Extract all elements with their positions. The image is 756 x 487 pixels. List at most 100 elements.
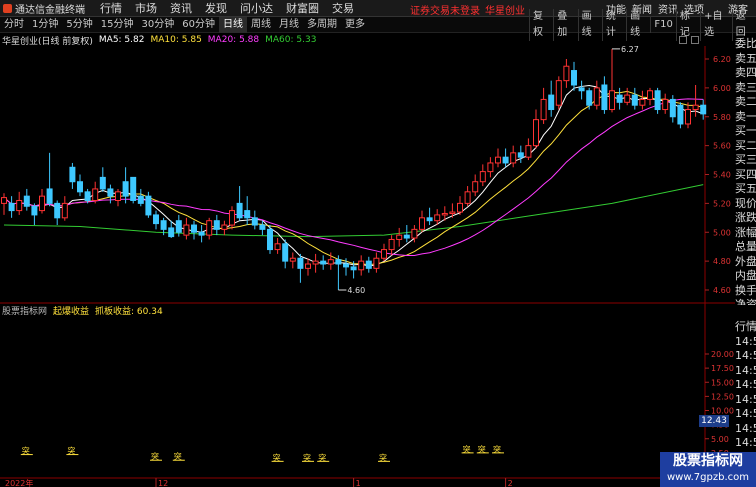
candle-body	[168, 227, 175, 238]
indicator-name[interactable]: 起爆收益	[53, 304, 89, 317]
date-label: 2022年	[5, 478, 33, 487]
window-restore-icon[interactable]	[679, 36, 687, 44]
side-label: 卖五	[735, 51, 756, 65]
candle-body	[487, 162, 494, 173]
candle-body	[343, 263, 349, 268]
high-label: 6.27	[621, 45, 639, 54]
date-label: 12	[158, 479, 168, 487]
side-label: 14:5	[735, 349, 756, 362]
signal-label: 突	[22, 446, 30, 456]
sub-indicator-line: 股票指标网 起爆收益 抓板收益: 60.34	[0, 304, 163, 317]
price-axis-label: 6.00	[713, 84, 731, 93]
candle-body	[525, 145, 532, 158]
side-label: 行情	[735, 320, 756, 333]
candle-body	[677, 104, 684, 125]
signal-label: 突	[463, 444, 471, 454]
candle-body	[153, 214, 159, 225]
candle-body	[16, 199, 23, 212]
watermark: 股票指标网 www.7gpzb.com	[660, 452, 756, 487]
candle-body	[221, 224, 228, 230]
candle-body	[46, 188, 53, 204]
signal-label: 突	[303, 452, 311, 462]
candle-body	[115, 191, 121, 201]
candle-body	[388, 238, 395, 251]
candle-body	[327, 259, 334, 265]
candle-body	[631, 94, 638, 106]
stock-title[interactable]: 华星创业(日线 前复权)	[2, 34, 93, 47]
candle-body	[297, 257, 304, 269]
watermark-title: 股票指标网	[673, 453, 743, 469]
side-label: 买一	[735, 124, 756, 137]
candle-body	[23, 195, 30, 207]
candle-body	[639, 98, 646, 106]
candle-body	[206, 220, 213, 236]
candle-body	[548, 94, 555, 111]
candle-body	[77, 181, 83, 193]
candle-body	[130, 176, 137, 201]
candle-body	[259, 224, 266, 230]
date-label: 2	[508, 479, 513, 487]
candle-body	[183, 224, 190, 236]
candle-body	[403, 234, 410, 239]
candle-body	[533, 119, 539, 147]
side-label: 净资	[735, 298, 756, 305]
low-label: 4.60	[347, 286, 365, 295]
side-label: 卖四	[735, 66, 756, 79]
side-label: 14:5	[735, 407, 756, 420]
side-label: 买四	[735, 167, 756, 181]
sub-axis-label: 17.50	[711, 364, 734, 373]
signal-label: 突	[379, 452, 387, 462]
ma60-value: MA60: 5.33	[265, 35, 317, 45]
candle-body	[61, 202, 68, 219]
candle-body	[335, 259, 342, 265]
side-label: 14:5	[735, 421, 756, 435]
candle-body	[449, 211, 456, 214]
side-time-panel: 行情 14:5 14:5 14:5 14:5 14:5 14:5 14:5 14…	[735, 320, 756, 455]
candle-body	[251, 217, 258, 226]
candle-body	[229, 210, 235, 226]
candle-body	[31, 205, 38, 216]
candle-body	[282, 243, 289, 262]
candle-body	[69, 166, 76, 183]
price-chart[interactable]: 6.274.60 突突突突突突突突突突突 6.206.005.805.605.4…	[0, 0, 735, 487]
candle-body	[244, 210, 251, 219]
candle-body	[160, 220, 167, 230]
candle-body	[84, 191, 91, 201]
signal-label: 突	[67, 446, 75, 456]
candle-body	[145, 195, 152, 216]
candle-body	[411, 228, 418, 239]
price-axis-label: 5.80	[713, 113, 731, 122]
candle-body	[305, 263, 311, 269]
price-axis-label: 5.40	[713, 171, 731, 180]
price-axis-label: 6.20	[713, 55, 731, 64]
candle-body	[540, 98, 547, 121]
indicator-source[interactable]: 股票指标网	[2, 304, 47, 317]
candle-body	[441, 212, 448, 216]
candle-body	[54, 202, 61, 219]
signal-label: 突	[174, 451, 182, 461]
side-label: 卖三	[735, 80, 756, 94]
candle-body	[373, 257, 380, 269]
candle-body	[274, 243, 281, 251]
sub-axis-label: 12.50	[711, 392, 734, 401]
candle-body	[685, 109, 691, 125]
candle-body	[267, 228, 273, 251]
ma5-value: MA5: 5.82	[98, 35, 145, 45]
side-quote-panel: 委比 卖五 卖四 卖三 卖二 卖一 买一 买二 买三 买四 买五 现价 涨跌 涨…	[735, 37, 756, 305]
candle-body	[563, 65, 570, 82]
window-max-icon[interactable]	[691, 36, 699, 44]
candle-body	[700, 104, 707, 115]
side-label: 14:5	[735, 334, 756, 348]
signal-label: 突	[478, 444, 486, 454]
side-label: 买二	[735, 138, 756, 152]
candle-body	[495, 156, 501, 164]
candle-body	[426, 217, 433, 222]
candle-body	[312, 260, 319, 265]
side-label: 14:5	[735, 363, 756, 377]
side-label: 换手	[735, 283, 756, 297]
sub-axis-label: 5.00	[711, 435, 729, 444]
side-label: 现价	[735, 196, 756, 210]
price-axis-label: 5.00	[713, 228, 731, 237]
candle-body	[616, 94, 623, 103]
candle-body	[92, 188, 99, 201]
